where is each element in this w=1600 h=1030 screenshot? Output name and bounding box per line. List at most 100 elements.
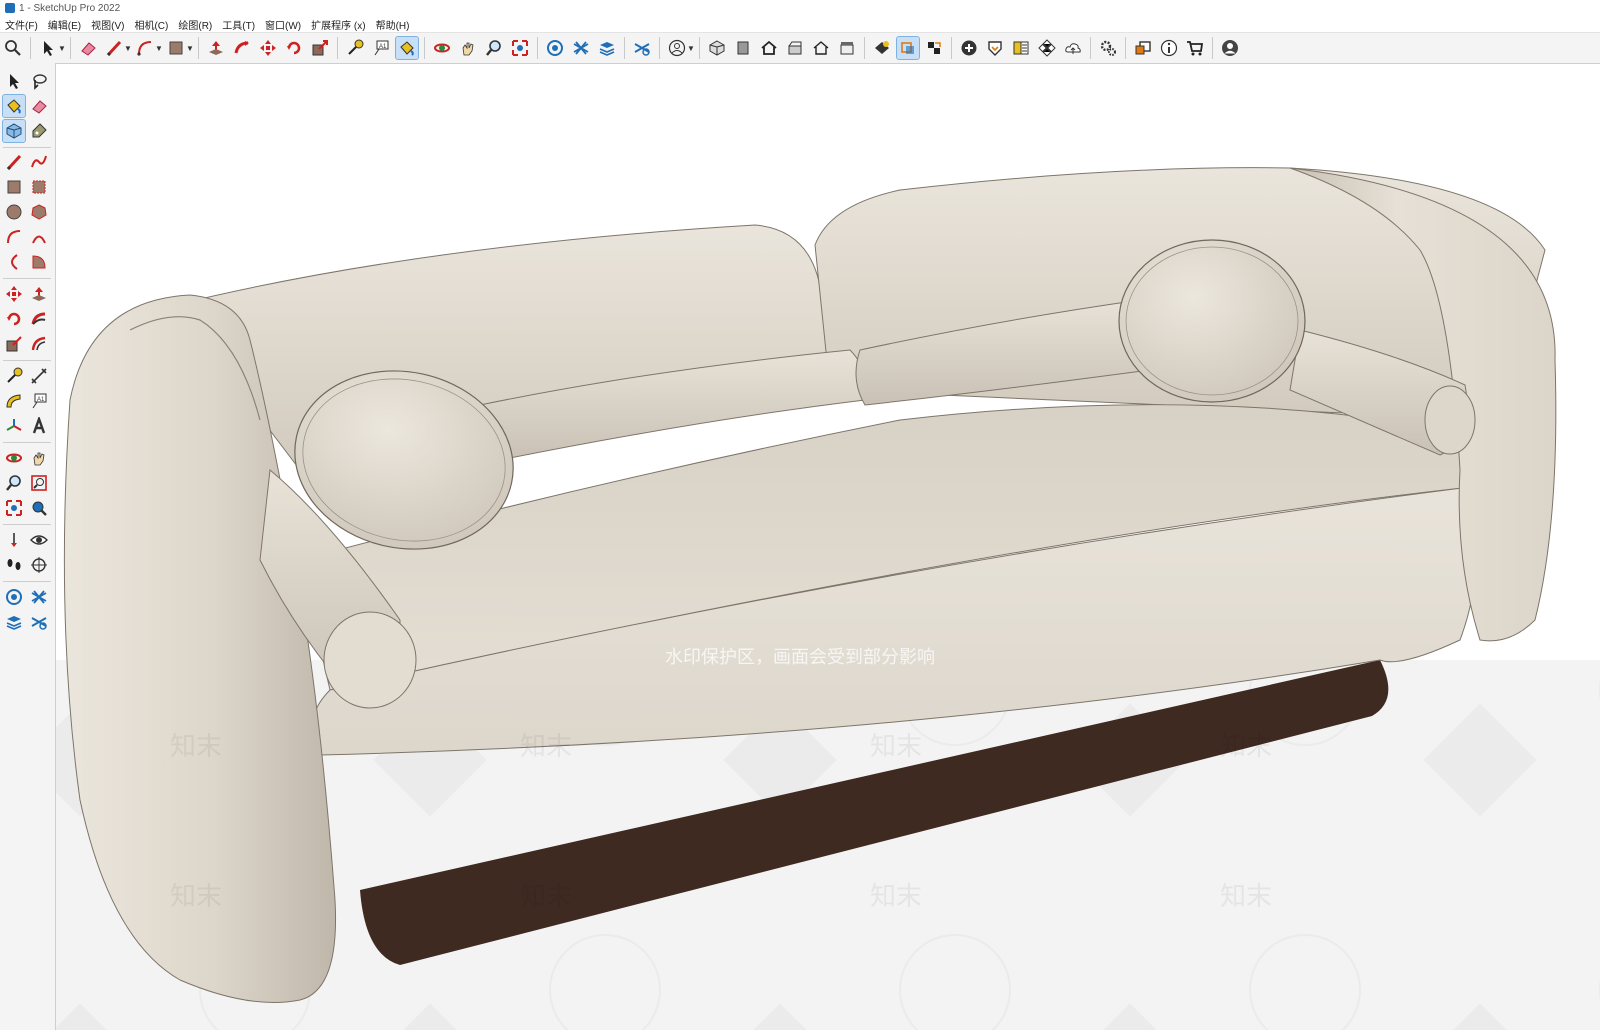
shadow-icon[interactable] bbox=[871, 37, 893, 59]
paint-bucket-tool[interactable] bbox=[2, 94, 26, 118]
zoom-icon[interactable] bbox=[2, 37, 24, 59]
model-viewport[interactable]: 水印保护区，画面会受到部分影响 知末 知末 知末 知末 知末 知末 知末 知末 bbox=[56, 63, 1600, 1030]
pan-icon[interactable] bbox=[457, 37, 479, 59]
layers-tool[interactable] bbox=[3, 611, 25, 633]
tape-measure-tool[interactable] bbox=[3, 365, 25, 387]
right-view-icon[interactable] bbox=[784, 37, 806, 59]
user-icon[interactable] bbox=[1219, 37, 1241, 59]
chevron-down-icon[interactable]: ▼ bbox=[687, 44, 695, 53]
tag-tool[interactable] bbox=[28, 120, 50, 142]
line-tool[interactable] bbox=[3, 151, 25, 173]
texture-icon[interactable] bbox=[1036, 37, 1058, 59]
warehouse-icon[interactable] bbox=[570, 37, 592, 59]
zoom-window-tool[interactable] bbox=[28, 472, 50, 494]
dimension-tool[interactable] bbox=[28, 365, 50, 387]
follow-me-tool[interactable] bbox=[28, 308, 50, 330]
push-pull-tool[interactable] bbox=[28, 283, 50, 305]
add-location-icon[interactable] bbox=[958, 37, 980, 59]
paint-bucket-icon[interactable] bbox=[395, 36, 419, 60]
menu-window[interactable]: 窗口(W) bbox=[260, 17, 306, 32]
move-tool[interactable] bbox=[3, 283, 25, 305]
offset-tool[interactable] bbox=[28, 333, 50, 355]
component-tool[interactable] bbox=[2, 119, 26, 143]
position-camera-tool[interactable] bbox=[3, 529, 25, 551]
pie-tool[interactable] bbox=[28, 251, 50, 273]
pencil-icon[interactable] bbox=[103, 37, 125, 59]
arc-tool[interactable] bbox=[3, 226, 25, 248]
top-view-icon[interactable] bbox=[732, 37, 754, 59]
look-around-tool[interactable] bbox=[28, 529, 50, 551]
preferences-icon[interactable] bbox=[1097, 37, 1119, 59]
chevron-down-icon[interactable]: ▼ bbox=[155, 44, 163, 53]
zoom-extents-tool[interactable] bbox=[3, 497, 25, 519]
scale-tool[interactable] bbox=[3, 333, 25, 355]
scenes-icon[interactable] bbox=[631, 37, 653, 59]
rotated-rectangle-tool[interactable] bbox=[28, 176, 50, 198]
two-point-arc-tool[interactable] bbox=[28, 226, 50, 248]
zoom-extents-icon[interactable] bbox=[509, 37, 531, 59]
three-point-arc-tool[interactable] bbox=[3, 251, 25, 273]
styles-icon[interactable] bbox=[1010, 37, 1032, 59]
right-bolster-end bbox=[1424, 385, 1476, 455]
select-arrow-icon[interactable] bbox=[37, 37, 59, 59]
menu-file[interactable]: 文件(F) bbox=[0, 17, 43, 32]
rectangle-icon[interactable] bbox=[165, 37, 187, 59]
front-view-icon[interactable] bbox=[758, 37, 780, 59]
axes-tool[interactable] bbox=[3, 415, 25, 437]
3d-text-tool[interactable] bbox=[28, 415, 50, 437]
walk-tool[interactable] bbox=[3, 554, 25, 576]
section-plane-tool[interactable] bbox=[28, 554, 50, 576]
pan-tool[interactable] bbox=[28, 447, 50, 469]
rotate-tool[interactable] bbox=[3, 308, 25, 330]
scenes-tool[interactable] bbox=[28, 611, 50, 633]
menu-help[interactable]: 帮助(H) bbox=[371, 17, 415, 32]
scale-icon[interactable] bbox=[309, 37, 331, 59]
circle-tool[interactable] bbox=[3, 201, 25, 223]
protractor-tool[interactable] bbox=[3, 390, 25, 412]
eraser-icon[interactable] bbox=[77, 37, 99, 59]
section-plane-icon[interactable] bbox=[896, 36, 920, 60]
follow-me-icon[interactable] bbox=[231, 37, 253, 59]
sandbox-tool[interactable] bbox=[3, 586, 25, 608]
cloud-icon[interactable] bbox=[1062, 37, 1084, 59]
account-icon[interactable] bbox=[666, 37, 688, 59]
previous-view-tool[interactable] bbox=[28, 497, 50, 519]
solid-tools-icon[interactable] bbox=[984, 37, 1006, 59]
cart-icon[interactable] bbox=[1184, 37, 1206, 59]
lasso-select-tool[interactable] bbox=[28, 70, 50, 92]
sandbox-icon[interactable] bbox=[544, 37, 566, 59]
iso-view-icon[interactable] bbox=[706, 37, 728, 59]
menu-draw[interactable]: 绘图(R) bbox=[173, 17, 217, 32]
zoom-tool-icon[interactable] bbox=[483, 37, 505, 59]
menu-edit[interactable]: 编辑(E) bbox=[43, 17, 86, 32]
menu-extensions[interactable]: 扩展程序 (x) bbox=[306, 17, 370, 32]
text-tool[interactable]: A1 bbox=[28, 390, 50, 412]
warehouse-tool[interactable] bbox=[28, 586, 50, 608]
section-display-icon[interactable] bbox=[923, 37, 945, 59]
back-view-icon[interactable] bbox=[810, 37, 832, 59]
tape-measure-icon[interactable] bbox=[344, 37, 366, 59]
freehand-tool[interactable] bbox=[28, 151, 50, 173]
text-icon[interactable]: A1 bbox=[370, 37, 392, 59]
chevron-down-icon[interactable]: ▼ bbox=[186, 44, 194, 53]
menu-view[interactable]: 视图(V) bbox=[86, 17, 129, 32]
select-tool[interactable] bbox=[3, 70, 25, 92]
chevron-down-icon[interactable]: ▼ bbox=[58, 44, 66, 53]
layers-icon[interactable] bbox=[596, 37, 618, 59]
zoom-tool[interactable] bbox=[3, 472, 25, 494]
chevron-down-icon[interactable]: ▼ bbox=[124, 44, 132, 53]
orbit-icon[interactable] bbox=[431, 37, 453, 59]
rectangle-tool[interactable] bbox=[3, 176, 25, 198]
arc-icon[interactable] bbox=[134, 37, 156, 59]
eraser-tool[interactable] bbox=[28, 95, 50, 117]
move-icon[interactable] bbox=[257, 37, 279, 59]
rotate-icon[interactable] bbox=[283, 37, 305, 59]
push-pull-icon[interactable] bbox=[205, 37, 227, 59]
left-view-icon[interactable] bbox=[836, 37, 858, 59]
polygon-tool[interactable] bbox=[28, 201, 50, 223]
menu-camera[interactable]: 相机(C) bbox=[129, 17, 173, 32]
component-icon[interactable] bbox=[1132, 37, 1154, 59]
info-icon[interactable] bbox=[1158, 37, 1180, 59]
orbit-tool[interactable] bbox=[3, 447, 25, 469]
menu-tools[interactable]: 工具(T) bbox=[217, 17, 260, 32]
